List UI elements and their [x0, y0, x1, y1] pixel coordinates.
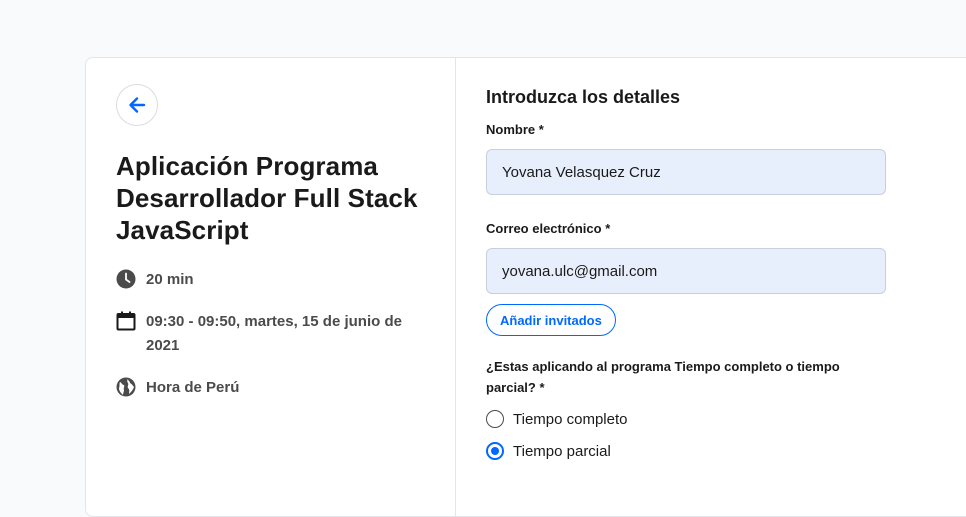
calendar-icon: [116, 311, 136, 331]
option-part-time[interactable]: Tiempo parcial: [486, 442, 954, 460]
datetime-text: 09:30 - 09:50, martes, 15 de junio de 20…: [146, 313, 402, 354]
radio-full-time[interactable]: [486, 410, 504, 428]
timezone-text: Hora de Perú: [146, 379, 240, 396]
event-timezone: Hora de Perú: [116, 376, 425, 400]
email-label: Correo electrónico *: [486, 221, 611, 236]
globe-icon: [116, 377, 136, 397]
details-form: Introduzca los detalles Nombre * Correo …: [456, 58, 966, 516]
back-button[interactable]: [116, 84, 158, 126]
option-full-time[interactable]: Tiempo completo: [486, 410, 954, 428]
event-duration: 20 min: [116, 268, 425, 292]
event-details-panel: Aplicación Programa Desarrollador Full S…: [86, 58, 456, 516]
form-title: Introduzca los detalles: [486, 87, 681, 107]
arrow-left-icon: [129, 97, 146, 113]
radio-part-time[interactable]: [486, 442, 504, 460]
schedule-question: ¿Estas aplicando al programa Tiempo comp…: [486, 359, 840, 395]
name-label: Nombre *: [486, 122, 544, 137]
duration-text: 20 min: [146, 271, 194, 288]
option-part-time-label: Tiempo parcial: [513, 442, 611, 460]
name-field[interactable]: [486, 149, 886, 195]
booking-card: Aplicación Programa Desarrollador Full S…: [85, 57, 966, 517]
email-field[interactable]: [486, 248, 886, 294]
clock-icon: [116, 269, 136, 289]
event-title: Aplicación Programa Desarrollador Full S…: [116, 151, 418, 245]
add-guests-button[interactable]: Añadir invitados: [486, 304, 616, 336]
option-full-time-label: Tiempo completo: [513, 410, 628, 428]
event-datetime: 09:30 - 09:50, martes, 15 de junio de 20…: [116, 310, 425, 358]
